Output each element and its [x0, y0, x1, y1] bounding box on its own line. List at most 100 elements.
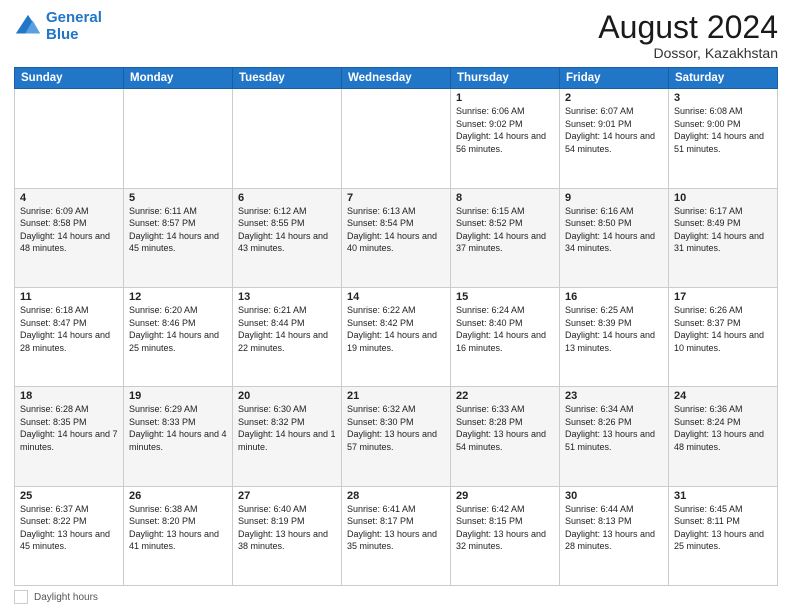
- day-number: 14: [347, 291, 445, 303]
- day-number: 8: [456, 192, 554, 204]
- day-info: Sunrise: 6:32 AM Sunset: 8:30 PM Dayligh…: [347, 403, 445, 453]
- calendar-cell: 16Sunrise: 6:25 AM Sunset: 8:39 PM Dayli…: [560, 287, 669, 386]
- calendar-cell: 18Sunrise: 6:28 AM Sunset: 8:35 PM Dayli…: [15, 387, 124, 486]
- calendar-cell: 29Sunrise: 6:42 AM Sunset: 8:15 PM Dayli…: [451, 486, 560, 585]
- calendar-cell: 7Sunrise: 6:13 AM Sunset: 8:54 PM Daylig…: [342, 188, 451, 287]
- day-number: 29: [456, 490, 554, 502]
- calendar-cell: 4Sunrise: 6:09 AM Sunset: 8:58 PM Daylig…: [15, 188, 124, 287]
- calendar-cell: 1Sunrise: 6:06 AM Sunset: 9:02 PM Daylig…: [451, 89, 560, 188]
- day-info: Sunrise: 6:06 AM Sunset: 9:02 PM Dayligh…: [456, 105, 554, 155]
- day-number: 30: [565, 490, 663, 502]
- day-info: Sunrise: 6:13 AM Sunset: 8:54 PM Dayligh…: [347, 205, 445, 255]
- calendar-cell: 6Sunrise: 6:12 AM Sunset: 8:55 PM Daylig…: [233, 188, 342, 287]
- footer-box: [14, 590, 28, 604]
- day-number: 18: [20, 390, 118, 402]
- day-info: Sunrise: 6:16 AM Sunset: 8:50 PM Dayligh…: [565, 205, 663, 255]
- day-number: 31: [674, 490, 772, 502]
- day-number: 15: [456, 291, 554, 303]
- day-number: 4: [20, 192, 118, 204]
- day-info: Sunrise: 6:07 AM Sunset: 9:01 PM Dayligh…: [565, 105, 663, 155]
- day-info: Sunrise: 6:17 AM Sunset: 8:49 PM Dayligh…: [674, 205, 772, 255]
- day-info: Sunrise: 6:45 AM Sunset: 8:11 PM Dayligh…: [674, 503, 772, 553]
- calendar-cell: 27Sunrise: 6:40 AM Sunset: 8:19 PM Dayli…: [233, 486, 342, 585]
- day-info: Sunrise: 6:38 AM Sunset: 8:20 PM Dayligh…: [129, 503, 227, 553]
- day-number: 5: [129, 192, 227, 204]
- calendar-cell: 20Sunrise: 6:30 AM Sunset: 8:32 PM Dayli…: [233, 387, 342, 486]
- week-row-5: 25Sunrise: 6:37 AM Sunset: 8:22 PM Dayli…: [15, 486, 778, 585]
- day-info: Sunrise: 6:36 AM Sunset: 8:24 PM Dayligh…: [674, 403, 772, 453]
- header-row: SundayMondayTuesdayWednesdayThursdayFrid…: [15, 68, 778, 89]
- calendar-cell: 5Sunrise: 6:11 AM Sunset: 8:57 PM Daylig…: [124, 188, 233, 287]
- day-number: 26: [129, 490, 227, 502]
- day-number: 2: [565, 92, 663, 104]
- day-info: Sunrise: 6:18 AM Sunset: 8:47 PM Dayligh…: [20, 304, 118, 354]
- month-year: August 2024: [598, 10, 778, 45]
- col-header-monday: Monday: [124, 68, 233, 89]
- week-row-2: 4Sunrise: 6:09 AM Sunset: 8:58 PM Daylig…: [15, 188, 778, 287]
- day-info: Sunrise: 6:09 AM Sunset: 8:58 PM Dayligh…: [20, 205, 118, 255]
- calendar-cell: 19Sunrise: 6:29 AM Sunset: 8:33 PM Dayli…: [124, 387, 233, 486]
- logo-icon: [14, 13, 42, 41]
- col-header-tuesday: Tuesday: [233, 68, 342, 89]
- day-number: 20: [238, 390, 336, 402]
- day-info: Sunrise: 6:41 AM Sunset: 8:17 PM Dayligh…: [347, 503, 445, 553]
- calendar-cell: 23Sunrise: 6:34 AM Sunset: 8:26 PM Dayli…: [560, 387, 669, 486]
- calendar-cell: 13Sunrise: 6:21 AM Sunset: 8:44 PM Dayli…: [233, 287, 342, 386]
- day-info: Sunrise: 6:37 AM Sunset: 8:22 PM Dayligh…: [20, 503, 118, 553]
- day-number: 3: [674, 92, 772, 104]
- calendar-cell: 25Sunrise: 6:37 AM Sunset: 8:22 PM Dayli…: [15, 486, 124, 585]
- day-number: 21: [347, 390, 445, 402]
- calendar-cell: 12Sunrise: 6:20 AM Sunset: 8:46 PM Dayli…: [124, 287, 233, 386]
- day-number: 19: [129, 390, 227, 402]
- calendar-cell: 17Sunrise: 6:26 AM Sunset: 8:37 PM Dayli…: [669, 287, 778, 386]
- calendar-cell: 8Sunrise: 6:15 AM Sunset: 8:52 PM Daylig…: [451, 188, 560, 287]
- calendar-table: SundayMondayTuesdayWednesdayThursdayFrid…: [14, 67, 778, 586]
- calendar-cell: [233, 89, 342, 188]
- week-row-4: 18Sunrise: 6:28 AM Sunset: 8:35 PM Dayli…: [15, 387, 778, 486]
- calendar-cell: 10Sunrise: 6:17 AM Sunset: 8:49 PM Dayli…: [669, 188, 778, 287]
- day-number: 27: [238, 490, 336, 502]
- day-info: Sunrise: 6:40 AM Sunset: 8:19 PM Dayligh…: [238, 503, 336, 553]
- logo: General Blue: [14, 10, 102, 43]
- calendar-cell: 21Sunrise: 6:32 AM Sunset: 8:30 PM Dayli…: [342, 387, 451, 486]
- calendar-cell: [15, 89, 124, 188]
- day-number: 16: [565, 291, 663, 303]
- location: Dossor, Kazakhstan: [598, 45, 778, 61]
- day-number: 1: [456, 92, 554, 104]
- col-header-friday: Friday: [560, 68, 669, 89]
- day-info: Sunrise: 6:29 AM Sunset: 8:33 PM Dayligh…: [129, 403, 227, 453]
- day-number: 10: [674, 192, 772, 204]
- calendar-cell: 3Sunrise: 6:08 AM Sunset: 9:00 PM Daylig…: [669, 89, 778, 188]
- footer-label: Daylight hours: [34, 592, 98, 603]
- day-number: 13: [238, 291, 336, 303]
- day-number: 6: [238, 192, 336, 204]
- calendar-cell: 15Sunrise: 6:24 AM Sunset: 8:40 PM Dayli…: [451, 287, 560, 386]
- calendar-cell: 28Sunrise: 6:41 AM Sunset: 8:17 PM Dayli…: [342, 486, 451, 585]
- day-number: 12: [129, 291, 227, 303]
- day-number: 28: [347, 490, 445, 502]
- logo-text: General Blue: [46, 10, 102, 43]
- calendar-cell: 11Sunrise: 6:18 AM Sunset: 8:47 PM Dayli…: [15, 287, 124, 386]
- calendar-cell: 24Sunrise: 6:36 AM Sunset: 8:24 PM Dayli…: [669, 387, 778, 486]
- calendar-cell: 22Sunrise: 6:33 AM Sunset: 8:28 PM Dayli…: [451, 387, 560, 486]
- calendar-cell: 14Sunrise: 6:22 AM Sunset: 8:42 PM Dayli…: [342, 287, 451, 386]
- day-info: Sunrise: 6:42 AM Sunset: 8:15 PM Dayligh…: [456, 503, 554, 553]
- footer: Daylight hours: [14, 590, 778, 604]
- day-info: Sunrise: 6:28 AM Sunset: 8:35 PM Dayligh…: [20, 403, 118, 453]
- calendar-cell: 26Sunrise: 6:38 AM Sunset: 8:20 PM Dayli…: [124, 486, 233, 585]
- page: General Blue August 2024 Dossor, Kazakhs…: [0, 0, 792, 612]
- day-info: Sunrise: 6:33 AM Sunset: 8:28 PM Dayligh…: [456, 403, 554, 453]
- day-info: Sunrise: 6:24 AM Sunset: 8:40 PM Dayligh…: [456, 304, 554, 354]
- day-info: Sunrise: 6:08 AM Sunset: 9:00 PM Dayligh…: [674, 105, 772, 155]
- day-info: Sunrise: 6:34 AM Sunset: 8:26 PM Dayligh…: [565, 403, 663, 453]
- title-block: August 2024 Dossor, Kazakhstan: [598, 10, 778, 61]
- day-number: 22: [456, 390, 554, 402]
- day-number: 25: [20, 490, 118, 502]
- day-info: Sunrise: 6:11 AM Sunset: 8:57 PM Dayligh…: [129, 205, 227, 255]
- week-row-3: 11Sunrise: 6:18 AM Sunset: 8:47 PM Dayli…: [15, 287, 778, 386]
- day-info: Sunrise: 6:15 AM Sunset: 8:52 PM Dayligh…: [456, 205, 554, 255]
- calendar-cell: [124, 89, 233, 188]
- day-number: 11: [20, 291, 118, 303]
- calendar-cell: 30Sunrise: 6:44 AM Sunset: 8:13 PM Dayli…: [560, 486, 669, 585]
- day-number: 23: [565, 390, 663, 402]
